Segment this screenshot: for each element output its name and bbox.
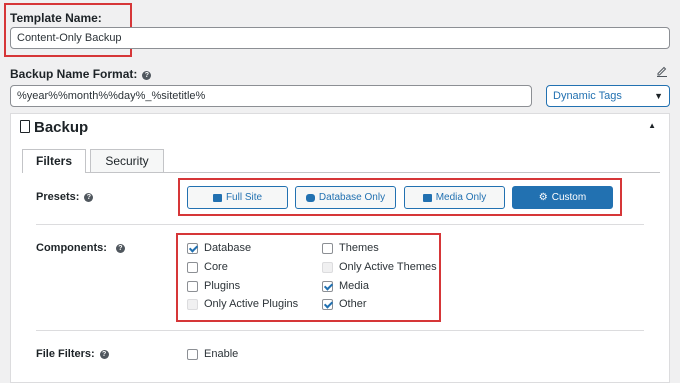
template-name-input[interactable]: Content-Only Backup xyxy=(10,27,670,49)
divider xyxy=(36,330,644,331)
template-name-label: Template Name: xyxy=(10,11,102,25)
gear-icon: ⚙ xyxy=(538,191,548,203)
backup-name-format-label: Backup Name Format:? xyxy=(10,67,152,81)
caret-down-icon: ▼ xyxy=(654,91,663,101)
edit-icon[interactable] xyxy=(656,65,668,77)
backup-name-format-text: Backup Name Format: xyxy=(10,67,138,81)
component-only-active-plugins: Only Active Plugins xyxy=(187,298,298,310)
file-filters-enable[interactable]: Enable xyxy=(187,348,238,360)
preset-custom-label: Custom xyxy=(551,191,587,203)
checkbox[interactable] xyxy=(187,261,198,273)
preset-media-only-button[interactable]: Media Only xyxy=(404,186,505,209)
component-database[interactable]: Database xyxy=(187,242,251,254)
component-label: Other xyxy=(339,298,367,310)
component-label: Database xyxy=(204,242,252,254)
collapse-icon[interactable]: ▲ xyxy=(648,121,656,130)
component-label: Plugins xyxy=(204,280,241,292)
backup-title: Backup xyxy=(34,119,89,136)
dynamic-tags-select[interactable]: Dynamic Tags ▼ xyxy=(546,85,670,107)
tab-bar-line xyxy=(22,172,660,173)
component-media[interactable]: Media xyxy=(322,280,369,292)
checkbox[interactable] xyxy=(322,242,333,254)
preset-full-site-button[interactable]: Full Site xyxy=(187,186,288,209)
checkbox[interactable] xyxy=(187,280,198,292)
database-icon xyxy=(305,193,315,202)
image-icon xyxy=(422,193,432,202)
help-icon[interactable]: ? xyxy=(115,244,125,253)
dynamic-tags-value: Dynamic Tags xyxy=(553,90,622,102)
component-label: Themes xyxy=(339,242,379,254)
tab-filters[interactable]: Filters xyxy=(22,149,86,173)
checkbox[interactable] xyxy=(187,348,198,360)
component-themes[interactable]: Themes xyxy=(322,242,379,254)
checkbox[interactable] xyxy=(187,242,198,254)
presets-label: Presets:? xyxy=(36,191,94,203)
help-icon[interactable]: ? xyxy=(99,350,109,359)
preset-full-site-label: Full Site xyxy=(225,191,263,203)
help-icon[interactable]: ? xyxy=(84,193,94,202)
help-icon[interactable]: ? xyxy=(142,71,152,80)
component-only-active-themes: Only Active Themes xyxy=(322,261,437,273)
tab-security[interactable]: Security xyxy=(90,149,164,172)
components-label: Components:? xyxy=(36,242,125,254)
component-core[interactable]: Core xyxy=(187,261,228,273)
backup-name-format-input[interactable]: %year%%month%%day%_%sitetitle% xyxy=(10,85,532,107)
enable-label: Enable xyxy=(204,348,239,360)
checkbox xyxy=(322,261,333,273)
checkbox[interactable] xyxy=(322,280,333,292)
component-other[interactable]: Other xyxy=(322,298,367,310)
checkbox[interactable] xyxy=(322,298,333,310)
lock-file-icon xyxy=(20,120,30,133)
component-label: Core xyxy=(204,261,228,273)
checkbox-icon xyxy=(212,193,222,202)
preset-database-only-button[interactable]: Database Only xyxy=(295,186,396,209)
preset-media-only-label: Media Only xyxy=(435,191,487,203)
presets-text: Presets: xyxy=(36,191,80,203)
preset-custom-button[interactable]: ⚙ Custom xyxy=(512,186,613,209)
divider xyxy=(36,224,644,225)
component-label: Only Active Plugins xyxy=(204,298,299,310)
file-filters-text: File Filters: xyxy=(36,348,95,360)
components-text: Components: xyxy=(36,242,107,254)
backup-header[interactable]: Backup ▲ xyxy=(10,113,670,143)
preset-database-only-label: Database Only xyxy=(318,191,386,203)
checkbox xyxy=(187,298,198,310)
component-label: Only Active Themes xyxy=(339,261,437,273)
component-plugins[interactable]: Plugins xyxy=(187,280,240,292)
component-label: Media xyxy=(339,280,369,292)
file-filters-label: File Filters:? xyxy=(36,348,109,360)
